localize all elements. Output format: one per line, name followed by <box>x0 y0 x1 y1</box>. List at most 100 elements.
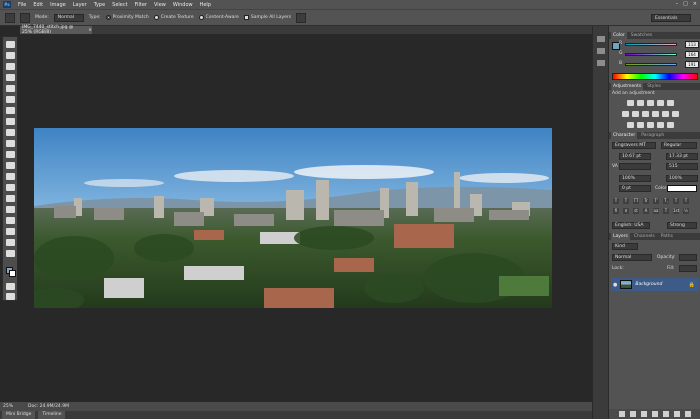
ligatures-button[interactable]: fi <box>613 208 619 214</box>
close-document-icon[interactable]: × <box>88 28 92 33</box>
black-white-icon[interactable] <box>642 111 649 117</box>
color-lookup-icon[interactable] <box>672 111 679 117</box>
zoom-level[interactable]: 25% <box>3 404 13 409</box>
new-group-icon[interactable] <box>663 411 669 417</box>
fractions-button[interactable]: ½ <box>683 208 689 214</box>
clone-stamp-tool-icon[interactable] <box>6 129 15 136</box>
ordinals-button[interactable]: 1st <box>673 208 679 214</box>
tab-paragraph[interactable]: Paragraph <box>639 132 666 139</box>
panorama-image[interactable] <box>34 128 552 308</box>
type-tool-icon[interactable] <box>6 206 15 213</box>
tab-character[interactable]: Character <box>611 132 638 139</box>
font-family-dropdown[interactable]: Engravers MT <box>612 142 656 149</box>
small-caps-button[interactable]: Tr <box>643 198 649 204</box>
color-balance-icon[interactable] <box>632 111 639 117</box>
mode-dropdown[interactable]: Normal <box>53 13 84 22</box>
discretionary-ligatures-button[interactable]: st <box>633 208 639 214</box>
sample-all-layers-checkbox[interactable]: Sample All Layers <box>243 15 291 20</box>
tab-styles[interactable]: Styles <box>645 83 663 90</box>
spot-healing-brush-icon[interactable] <box>5 12 15 23</box>
tab-swatches[interactable]: Swatches <box>629 32 655 39</box>
subscript-button[interactable]: T, <box>663 198 669 204</box>
dodge-tool-icon[interactable] <box>6 184 15 191</box>
green-slider[interactable]: G 164 <box>619 51 699 58</box>
minimize-button[interactable]: – <box>676 1 679 7</box>
faux-bold-button[interactable]: T <box>613 198 619 204</box>
checkbox-icon[interactable] <box>243 15 249 20</box>
green-value[interactable]: 164 <box>685 51 699 58</box>
radio-icon[interactable] <box>105 15 111 20</box>
gradient-map-icon[interactable] <box>657 122 664 128</box>
tracking-field[interactable]: 515 <box>666 163 698 170</box>
tab-timeline[interactable]: Timeline <box>38 411 66 419</box>
create-texture-option[interactable]: Create Texture <box>153 15 194 20</box>
tab-color[interactable]: Color <box>611 32 627 39</box>
underline-button[interactable]: T <box>673 198 679 204</box>
menu-select[interactable]: Select <box>112 2 127 8</box>
brush-preset-picker[interactable] <box>20 12 30 23</box>
tab-channels[interactable]: Channels <box>632 233 657 240</box>
trash-icon[interactable] <box>685 411 691 417</box>
superscript-button[interactable]: T' <box>653 198 659 204</box>
spot-healing-tool-icon[interactable] <box>6 107 15 114</box>
all-caps-button[interactable]: TT <box>633 198 639 204</box>
stylistic-alternates-button[interactable]: aa <box>653 208 659 214</box>
menu-help[interactable]: Help <box>200 2 211 8</box>
font-size-field[interactable]: 10.67 pt <box>619 153 651 160</box>
blend-mode-dropdown[interactable]: Normal <box>612 254 652 261</box>
menu-filter[interactable]: Filter <box>135 2 147 8</box>
tab-layers[interactable]: Layers <box>611 233 630 240</box>
menu-layer[interactable]: Layer <box>73 2 87 8</box>
properties-panel-icon[interactable] <box>597 48 605 54</box>
titling-alternates-button[interactable]: T <box>663 208 669 214</box>
channel-mixer-icon[interactable] <box>662 111 669 117</box>
tab-adjustments[interactable]: Adjustments <box>611 83 644 90</box>
leading-field[interactable]: 17.33 pt <box>666 153 698 160</box>
blue-value[interactable]: 191 <box>685 61 699 68</box>
old-style-button[interactable]: σ <box>623 208 629 214</box>
invert-icon[interactable] <box>627 122 634 128</box>
gradient-tool-icon[interactable] <box>6 162 15 169</box>
pen-tool-icon[interactable] <box>6 195 15 202</box>
eyedropper-tool-icon[interactable] <box>6 96 15 103</box>
layer-row-background[interactable]: ● Background 🔒 <box>611 278 699 291</box>
radio-icon[interactable] <box>198 15 204 20</box>
link-layers-icon[interactable] <box>619 411 625 417</box>
red-value[interactable]: 113 <box>685 41 699 48</box>
blur-tool-icon[interactable] <box>6 173 15 180</box>
tab-paths[interactable]: Paths <box>659 233 675 240</box>
history-brush-tool-icon[interactable] <box>6 140 15 147</box>
history-panel-icon[interactable] <box>597 36 605 42</box>
proximity-match-option[interactable]: Proximity Match <box>105 15 149 20</box>
radio-icon[interactable] <box>153 15 159 20</box>
vibrance-icon[interactable] <box>667 100 674 106</box>
vertical-scale-field[interactable]: 100% <box>619 175 651 182</box>
curves-icon[interactable] <box>647 100 654 106</box>
baseline-shift-field[interactable]: 0 pt <box>619 185 651 192</box>
red-slider[interactable]: R 113 <box>619 41 699 48</box>
screen-mode-icon[interactable] <box>6 293 15 300</box>
fill-field[interactable] <box>679 265 697 272</box>
menu-view[interactable]: View <box>154 2 166 8</box>
swash-button[interactable]: A <box>643 208 649 214</box>
blue-slider[interactable]: B 191 <box>619 61 699 68</box>
brightness-contrast-icon[interactable] <box>627 100 634 106</box>
antialias-dropdown[interactable]: Strong <box>667 222 697 229</box>
photo-filter-icon[interactable] <box>652 111 659 117</box>
pressure-size-icon[interactable] <box>296 12 307 23</box>
new-layer-icon[interactable] <box>674 411 680 417</box>
menu-image[interactable]: Image <box>50 2 66 8</box>
threshold-icon[interactable] <box>647 122 654 128</box>
hue-saturation-icon[interactable] <box>622 111 629 117</box>
menu-window[interactable]: Window <box>173 2 193 8</box>
maximize-button[interactable]: □ <box>683 1 688 7</box>
exposure-icon[interactable] <box>657 100 664 106</box>
info-panel-icon[interactable] <box>597 60 605 66</box>
menu-file[interactable]: File <box>18 2 26 8</box>
eraser-tool-icon[interactable] <box>6 151 15 158</box>
document-tab[interactable]: IMG_7440_stitch.jpg @ 25% (RGB/8) × <box>20 25 92 35</box>
crop-tool-icon[interactable] <box>6 85 15 92</box>
workspace-switcher[interactable]: Essentials <box>651 14 691 22</box>
strikethrough-button[interactable]: T <box>683 198 689 204</box>
posterize-icon[interactable] <box>637 122 644 128</box>
